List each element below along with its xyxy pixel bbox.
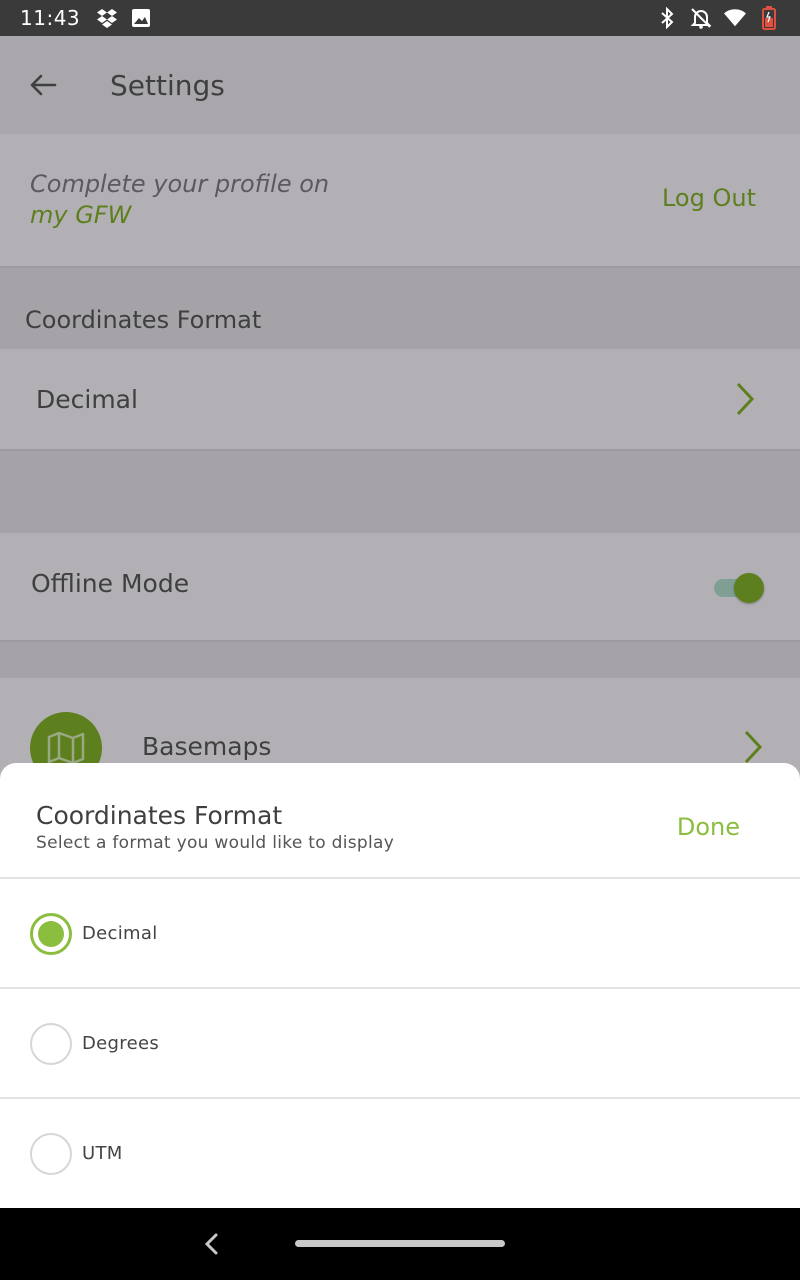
status-bar: 11:43: [0, 0, 800, 36]
image-icon: [130, 7, 152, 29]
sheet-subtitle: Select a format you would like to displa…: [36, 833, 395, 853]
section-header-label: Coordinates Format: [25, 306, 262, 334]
home-handle[interactable]: [295, 1240, 505, 1247]
basemaps-label: Basemaps: [142, 732, 272, 761]
section-spacer: [0, 451, 800, 533]
wifi-icon: [724, 7, 746, 29]
option-decimal[interactable]: Decimal: [0, 879, 800, 989]
coordinates-section-header: Coordinates Format: [0, 268, 800, 349]
status-time: 11:43: [20, 6, 81, 30]
radio-button-selected[interactable]: [30, 913, 72, 955]
option-degrees[interactable]: Degrees: [0, 989, 800, 1099]
page-title: Settings: [110, 68, 225, 102]
option-label: Degrees: [82, 1033, 159, 1054]
done-button[interactable]: Done: [677, 813, 740, 841]
back-arrow-icon[interactable]: [28, 70, 58, 100]
section-spacer-2: [0, 642, 800, 678]
toggle-knob: [734, 573, 764, 603]
coordinates-format-value: Decimal: [36, 385, 138, 414]
logout-button[interactable]: Log Out: [662, 184, 756, 212]
sheet-header: Coordinates Format Select a format you w…: [0, 763, 800, 879]
profile-prompt: Complete your profile on: [30, 170, 330, 198]
option-label: Decimal: [82, 923, 158, 944]
radio-button[interactable]: [30, 1133, 72, 1175]
coordinates-format-sheet: Coordinates Format Select a format you w…: [0, 763, 800, 1208]
chevron-right-icon: [744, 730, 763, 764]
profile-section: Complete your profile on my GFW Log Out: [0, 134, 800, 268]
notifications-off-icon: [690, 7, 712, 29]
nav-back-icon[interactable]: [200, 1230, 224, 1258]
coordinates-format-row[interactable]: Decimal: [0, 349, 800, 451]
radio-button[interactable]: [30, 1023, 72, 1065]
option-label: UTM: [82, 1143, 123, 1164]
sheet-title: Coordinates Format: [36, 801, 283, 830]
app-toolbar: Settings: [0, 36, 800, 134]
offline-mode-toggle[interactable]: [712, 573, 764, 603]
option-utm[interactable]: UTM: [0, 1099, 800, 1209]
my-gfw-link[interactable]: my GFW: [30, 201, 131, 229]
offline-mode-label: Offline Mode: [31, 569, 190, 598]
offline-mode-row: Offline Mode: [0, 533, 800, 642]
chevron-right-icon: [736, 382, 755, 416]
dropbox-icon: [96, 7, 118, 29]
system-nav-bar: [0, 1208, 800, 1280]
bluetooth-icon: [656, 7, 678, 29]
battery-icon: [758, 6, 780, 30]
